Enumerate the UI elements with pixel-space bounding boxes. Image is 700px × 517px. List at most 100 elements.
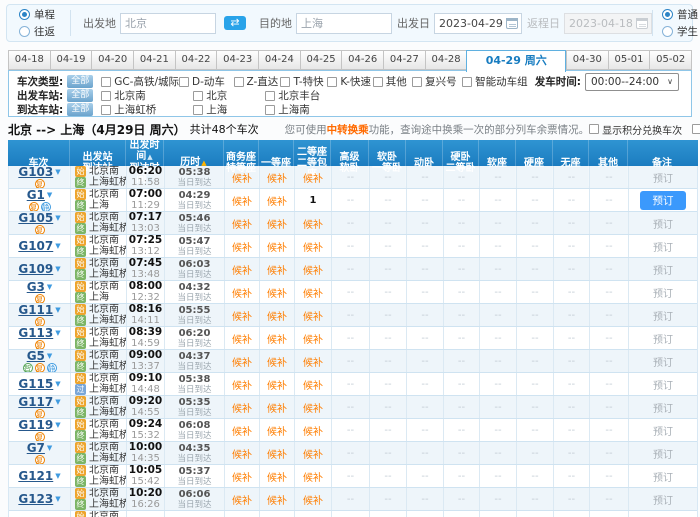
checkbox-icon[interactable]	[692, 124, 700, 134]
chevron-down-icon[interactable]: ▼	[47, 283, 52, 291]
waitlist-text[interactable]: 候补	[267, 193, 287, 208]
filter-all-button[interactable]: 全部	[67, 103, 93, 116]
seat-cell-2[interactable]: 候补	[295, 304, 332, 326]
train-number-link[interactable]: G7	[27, 442, 45, 455]
checkbox-icon[interactable]	[280, 77, 290, 87]
seat-cell-2[interactable]: 候补	[295, 350, 332, 372]
checkbox-icon[interactable]	[265, 105, 275, 115]
filter-option[interactable]: 上海	[193, 102, 265, 117]
seat-cell-0[interactable]: 候补	[225, 373, 260, 395]
from-station-input[interactable]	[120, 13, 216, 34]
toggle-bookable-trains[interactable]: 显示全部可预订车次	[692, 122, 700, 137]
seat-cell-2[interactable]: 候补	[295, 442, 332, 464]
waitlist-text[interactable]: 候补	[303, 469, 323, 484]
chevron-down-icon[interactable]: ▼	[55, 242, 60, 250]
waitlist-text[interactable]: 候补	[303, 170, 323, 185]
date-tab-05-01[interactable]: 05-01	[608, 50, 650, 70]
train-number-link[interactable]: G3	[27, 281, 45, 294]
waitlist-text[interactable]: 候补	[232, 170, 252, 185]
toggle-points-trains[interactable]: 显示积分兑换车次	[589, 122, 682, 137]
waitlist-text[interactable]: 候补	[267, 400, 287, 415]
waitlist-text[interactable]: 候补	[303, 446, 323, 461]
date-tab-04-23[interactable]: 04-23	[216, 50, 258, 70]
waitlist-text[interactable]: 候补	[232, 446, 252, 461]
seat-cell-1[interactable]: 候补	[260, 235, 295, 257]
filter-all-button[interactable]: 全部	[67, 75, 93, 88]
waitlist-text[interactable]: 候补	[267, 239, 287, 254]
seat-cell-0[interactable]: 候补	[225, 166, 260, 188]
seat-cell-1[interactable]: 候补	[260, 189, 295, 211]
waitlist-text[interactable]: 候补	[267, 446, 287, 461]
waitlist-text[interactable]: 候补	[232, 239, 252, 254]
waitlist-text[interactable]: 候补	[232, 492, 252, 507]
seat-cell-0[interactable]: 候补	[225, 350, 260, 372]
train-number-link[interactable]: G5	[27, 350, 45, 363]
seat-cell-1[interactable]: 候补	[260, 166, 295, 188]
seat-cell-1[interactable]: 候补	[260, 304, 295, 326]
filter-option[interactable]: GC-高铁/城际	[101, 74, 179, 89]
seat-cell-2[interactable]: 候补	[295, 373, 332, 395]
date-tab-04-25[interactable]: 04-25	[300, 50, 342, 70]
waitlist-text[interactable]: 候补	[232, 193, 252, 208]
seat-cell-1[interactable]: 候补	[260, 350, 295, 372]
seat-cell-0[interactable]: 候补	[225, 189, 260, 211]
checkbox-icon[interactable]	[589, 124, 599, 134]
waitlist-text[interactable]: 候补	[232, 262, 252, 277]
seat-cell-0[interactable]: 候补	[225, 304, 260, 326]
waitlist-text[interactable]: 候补	[303, 423, 323, 438]
seat-cell-2[interactable]: 候补	[295, 281, 332, 303]
train-number-link[interactable]: G121	[18, 469, 53, 483]
waitlist-text[interactable]: 候补	[267, 285, 287, 300]
chevron-down-icon[interactable]: ▼	[55, 398, 60, 406]
filter-option[interactable]: T-特快	[280, 74, 327, 89]
waitlist-text[interactable]: 候补	[303, 354, 323, 369]
train-number-link[interactable]: G1	[27, 189, 45, 202]
radio-icon[interactable]	[662, 26, 673, 37]
radio-icon[interactable]	[662, 9, 673, 20]
waitlist-text[interactable]: 候补	[267, 331, 287, 346]
seat-cell-1[interactable]: 候补	[260, 373, 295, 395]
train-number-link[interactable]: G111	[18, 304, 53, 317]
waitlist-text[interactable]: 候补	[232, 469, 252, 484]
train-number-link[interactable]: G109	[18, 262, 53, 276]
waitlist-text[interactable]: 候补	[267, 216, 287, 231]
checkbox-icon[interactable]	[101, 91, 111, 101]
seat-cell-0[interactable]: 候补	[225, 281, 260, 303]
train-number-link[interactable]: G103	[18, 166, 53, 179]
filter-option[interactable]: 北京	[193, 88, 265, 103]
seat-cell-2[interactable]: 候补	[295, 235, 332, 257]
waitlist-text[interactable]: 候补	[267, 170, 287, 185]
chevron-down-icon[interactable]: ▼	[47, 444, 52, 452]
waitlist-text[interactable]: 候补	[303, 285, 323, 300]
seat-cell-0[interactable]: 候补	[225, 465, 260, 487]
chevron-down-icon[interactable]: ▼	[55, 329, 60, 337]
train-number-link[interactable]: G119	[18, 419, 53, 432]
filter-option[interactable]: 上海南	[265, 102, 361, 117]
waitlist-text[interactable]: 候补	[232, 216, 252, 231]
waitlist-text[interactable]: 候补	[232, 308, 252, 323]
waitlist-text[interactable]: 候补	[303, 400, 323, 415]
date-tab-04-20[interactable]: 04-20	[91, 50, 133, 70]
swap-stations-icon[interactable]: ⇄	[224, 16, 246, 30]
filter-all-button[interactable]: 全部	[67, 89, 93, 102]
to-station-input[interactable]	[296, 13, 392, 34]
filter-option[interactable]: 上海虹桥	[101, 102, 193, 117]
waitlist-text[interactable]: 候补	[232, 331, 252, 346]
waitlist-text[interactable]: 候补	[267, 262, 287, 277]
chevron-down-icon[interactable]: ▼	[55, 214, 60, 222]
seat-cell-0[interactable]: 候补	[225, 396, 260, 418]
seat-cell-0[interactable]: 候补	[225, 235, 260, 257]
waitlist-text[interactable]: 候补	[232, 354, 252, 369]
seat-cell-1[interactable]: 候补	[260, 465, 295, 487]
transfer-link[interactable]: 中转换乘	[327, 124, 369, 136]
waitlist-text[interactable]: 候补	[303, 492, 323, 507]
waitlist-text[interactable]: 候补	[267, 423, 287, 438]
chevron-down-icon[interactable]: ▼	[55, 306, 60, 314]
train-number-link[interactable]: G115	[18, 377, 53, 391]
waitlist-text[interactable]: 候补	[267, 469, 287, 484]
chevron-down-icon[interactable]: ▼	[55, 265, 60, 273]
seat-cell-0[interactable]: 候补	[225, 419, 260, 441]
filter-option[interactable]: 北京南	[101, 88, 193, 103]
chevron-down-icon[interactable]: ▼	[47, 191, 52, 199]
waitlist-text[interactable]: 候补	[232, 423, 252, 438]
